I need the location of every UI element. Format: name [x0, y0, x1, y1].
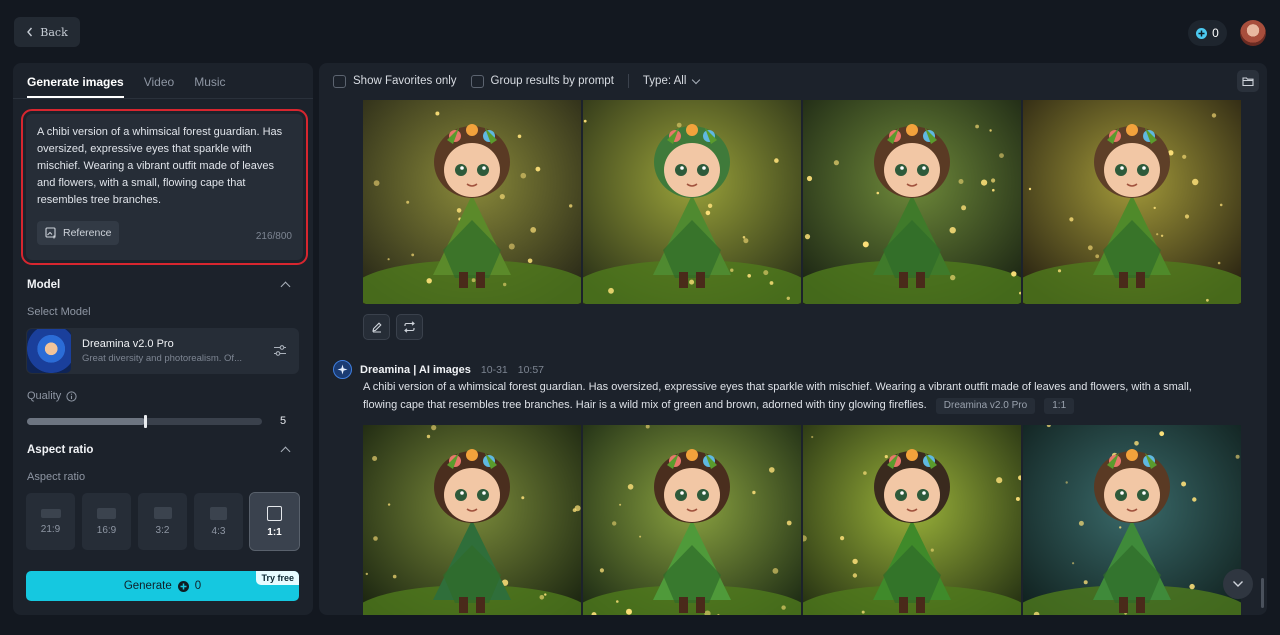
results-panel: Show Favorites only Group results by pro… [319, 63, 1267, 615]
character-counter: 216/800 [255, 231, 292, 242]
ratio-label: 16:9 [96, 524, 117, 536]
try-free-badge: Try free [256, 571, 299, 585]
tab-video[interactable]: Video [144, 75, 174, 98]
result-time: 10:57 [517, 363, 545, 376]
scroll-down-button[interactable] [1223, 569, 1253, 599]
group-by-prompt[interactable]: Group results by prompt [470, 74, 614, 88]
ratio-16-9-shape [97, 507, 116, 519]
dreamina-logo-icon [333, 360, 352, 379]
settings-sliders-icon[interactable] [273, 344, 287, 357]
model-tag: Dreamina v2.0 Pro [935, 398, 1036, 414]
ratio-label: 4:3 [211, 525, 226, 537]
tab-generate-images[interactable]: Generate images [27, 75, 124, 98]
edit-button[interactable] [363, 314, 390, 340]
aspect-section-title: Aspect ratio [27, 444, 94, 456]
generate-label: Generate [123, 580, 172, 592]
group-label: Group results by prompt [490, 75, 614, 87]
collapse-aspect-icon[interactable] [280, 446, 291, 457]
quality-label: Quality [27, 390, 62, 402]
folder-icon [1242, 76, 1254, 86]
aspect-ratio-label: Aspect ratio [27, 471, 86, 483]
ratio-label: 3:2 [155, 525, 170, 536]
quality-row: Quality [27, 390, 77, 402]
result-image[interactable] [363, 425, 581, 615]
result-image[interactable] [583, 100, 801, 304]
type-filter-dropdown[interactable]: Type: All [642, 75, 701, 87]
back-button[interactable]: Back [14, 17, 80, 47]
result-date: 10-31 [480, 363, 508, 376]
repeat-icon [404, 321, 415, 333]
chevron-left-icon [27, 27, 33, 37]
model-thumbnail [27, 329, 71, 373]
prompt-text[interactable]: A chibi version of a whimsical forest gu… [37, 124, 292, 209]
generate-button[interactable]: Generate 0 Try free [26, 571, 299, 601]
result-image[interactable] [363, 100, 581, 304]
chevron-down-icon [692, 75, 701, 84]
result-image[interactable] [803, 425, 1021, 615]
credit-icon [1196, 27, 1208, 39]
toolbar-divider [627, 74, 629, 88]
ratio-tag: 1:1 [1044, 398, 1075, 414]
ratio-label: 1:1 [267, 526, 282, 538]
result-header: Dreamina | AI images 10-31 10:57 [333, 360, 544, 379]
result-source: Dreamina | AI images [360, 363, 471, 376]
select-model-label: Select Model [27, 306, 91, 318]
quality-slider[interactable] [27, 415, 262, 428]
tab-music[interactable]: Music [194, 75, 225, 98]
group-checkbox[interactable] [470, 74, 484, 88]
folder-button[interactable] [1237, 70, 1259, 92]
credit-icon [177, 580, 189, 592]
favorites-label: Show Favorites only [353, 75, 457, 87]
result-image-grid [363, 425, 1241, 615]
ratio-3-2-shape [153, 507, 172, 519]
reference-button[interactable]: Reference [37, 221, 120, 245]
tab-bar: Generate images Video Music [13, 63, 313, 99]
ratio-4-3-shape [210, 506, 227, 520]
result-image[interactable] [1023, 100, 1241, 304]
info-icon[interactable] [66, 390, 77, 402]
favorites-filter[interactable]: Show Favorites only [333, 74, 457, 88]
credits-count: 0 [1212, 26, 1219, 40]
ratio-label: 21:9 [40, 523, 61, 535]
collapse-model-icon[interactable] [280, 281, 291, 292]
model-selector[interactable]: Dreamina v2.0 Pro Great diversity and ph… [26, 328, 299, 374]
type-label: Type: All [642, 75, 687, 87]
model-name: Dreamina v2.0 Pro [82, 338, 174, 350]
model-section-title: Model [27, 279, 61, 291]
credits-badge[interactable]: 0 [1188, 20, 1227, 46]
prompt-input[interactable]: A chibi version of a whimsical forest gu… [21, 109, 308, 265]
ratio-option-3-2[interactable]: 3:2 [138, 493, 187, 550]
ratio-option-4-3[interactable]: 4:3 [194, 493, 243, 550]
pencil-icon [371, 322, 382, 333]
back-label: Back [40, 25, 68, 39]
regenerate-button[interactable] [396, 314, 423, 340]
chevron-down-icon [1233, 581, 1243, 587]
result-prompt: A chibi version of a whimsical forest gu… [363, 378, 1223, 414]
model-description: Great diversity and photorealism. Of... [82, 353, 242, 364]
favorites-checkbox[interactable] [333, 74, 346, 88]
ratio-1-1-shape [267, 505, 282, 521]
aspect-ratio-options: 21:9 16:9 3:2 4:3 1:1 [26, 492, 300, 551]
ratio-option-1-1[interactable]: 1:1 [249, 492, 300, 551]
scrollbar[interactable] [1261, 578, 1264, 608]
results-toolbar: Show Favorites only Group results by pro… [319, 63, 1267, 99]
ratio-option-16-9[interactable]: 16:9 [82, 493, 131, 550]
result-image[interactable] [803, 100, 1021, 304]
ratio-21-9-shape [40, 508, 61, 518]
result-image[interactable] [583, 425, 801, 615]
ratio-option-21-9[interactable]: 21:9 [26, 493, 75, 550]
result-image[interactable] [1023, 425, 1241, 615]
reference-label: Reference [63, 227, 112, 239]
quality-slider-thumb[interactable] [143, 415, 147, 428]
image-reference-icon [45, 227, 56, 239]
avatar[interactable] [1240, 20, 1266, 46]
quality-value: 5 [280, 415, 287, 427]
generation-panel: Generate images Video Music A chibi vers… [13, 63, 313, 615]
quality-slider-fill [27, 418, 145, 425]
result-image-grid-top [363, 100, 1241, 304]
generate-cost: 0 [194, 580, 202, 592]
